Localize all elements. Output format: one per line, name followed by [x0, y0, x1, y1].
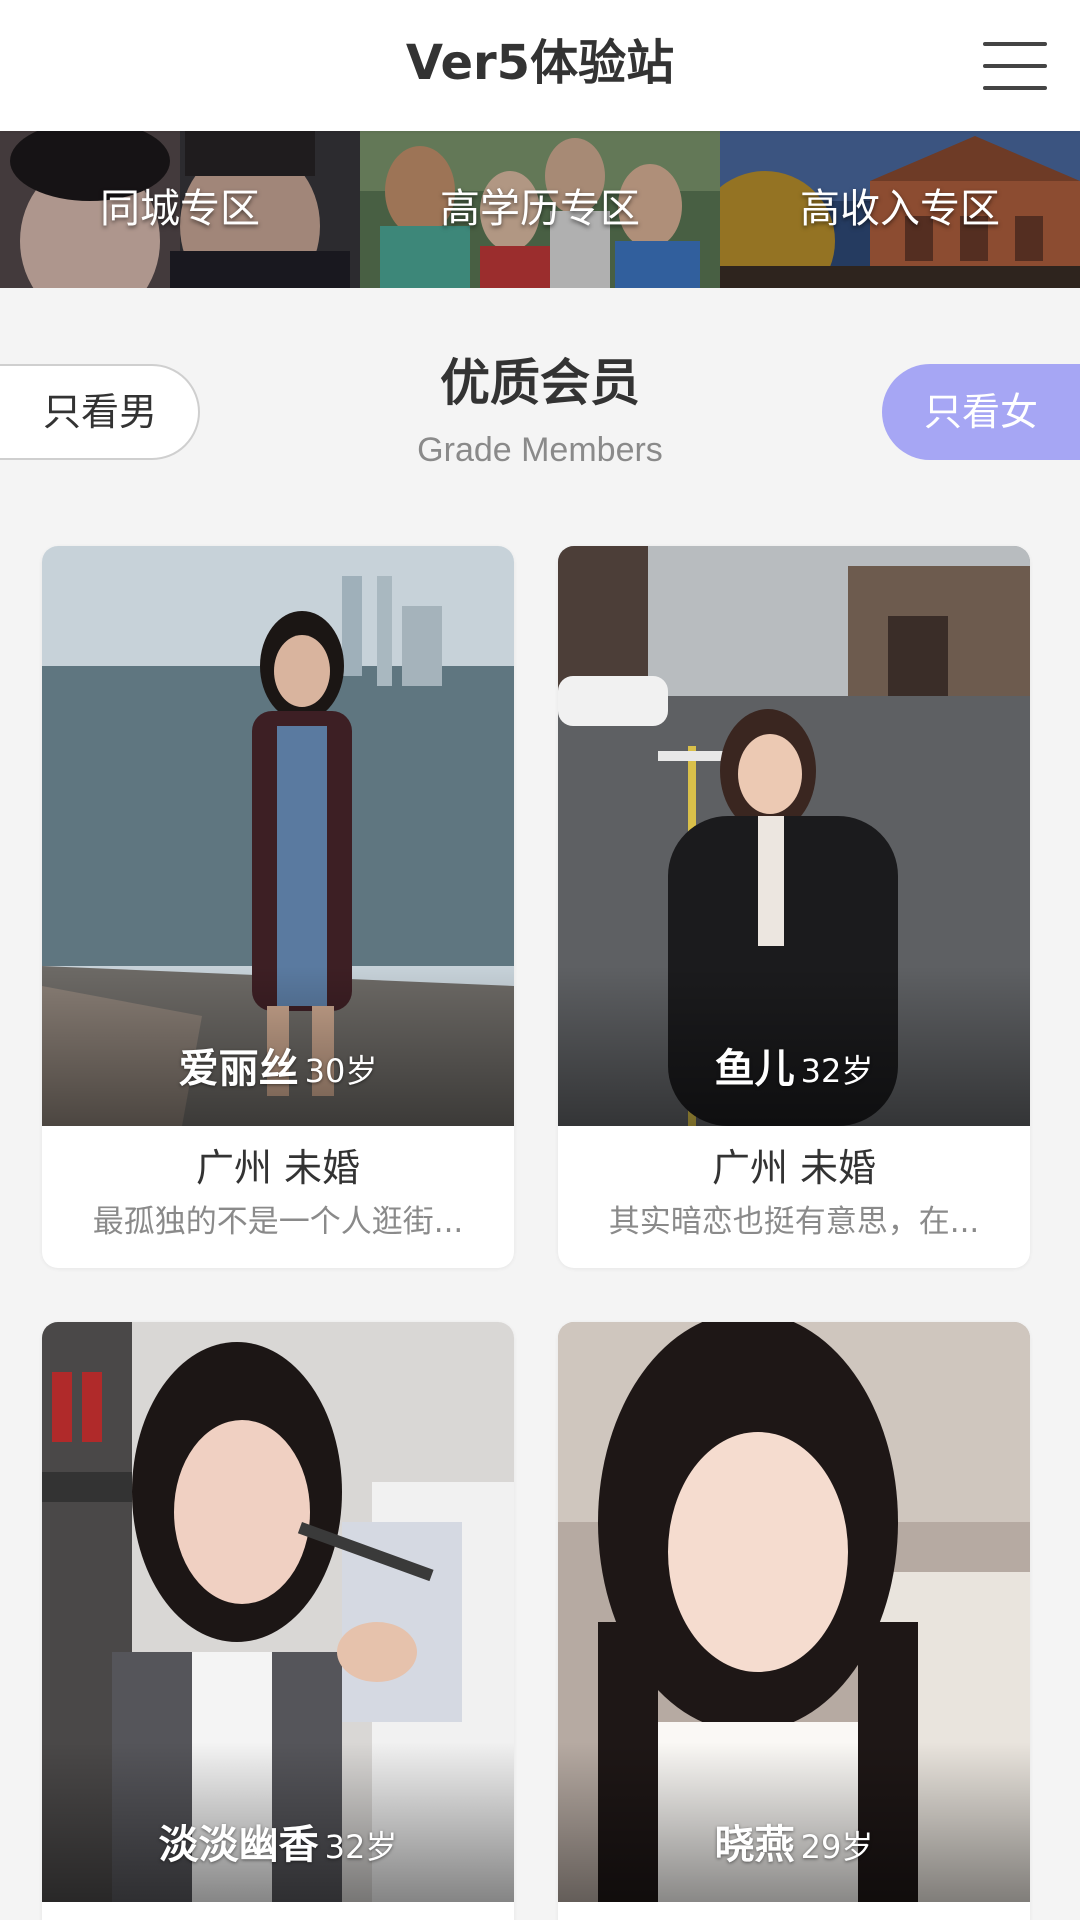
zone-same-city[interactable]: 同城专区	[0, 131, 360, 288]
member-age: 29岁	[800, 1828, 874, 1866]
member-card[interactable]: 鱼儿 32岁 广州 未婚 其实暗恋也挺有意思，在...	[558, 546, 1030, 1268]
member-age: 32岁	[324, 1828, 398, 1866]
member-card[interactable]: 爱丽丝 30岁 广州 未婚 最孤独的不是一个人逛街...	[42, 546, 514, 1268]
member-age: 30岁	[304, 1052, 378, 1090]
site-title: Ver5体验站	[405, 35, 675, 91]
member-age: 32岁	[800, 1052, 874, 1090]
member-name: 淡淡幽香	[158, 1822, 319, 1868]
zone-label-high-income: 高收入专区	[800, 186, 1000, 232]
member-name-age: 爱丽丝 30岁	[42, 1044, 514, 1102]
member-location: 广州 未婚	[711, 1146, 877, 1190]
member-card[interactable]: 淡淡幽香 32岁	[42, 1322, 514, 1920]
member-photo: 淡淡幽香 32岁	[42, 1322, 514, 1902]
member-bio: 其实暗恋也挺有意思，在...	[608, 1204, 980, 1240]
zone-high-education[interactable]: 高学历专区	[360, 131, 720, 288]
member-name-age: 鱼儿 32岁	[558, 1044, 1030, 1102]
member-location: 广州 未婚	[195, 1146, 361, 1190]
zone-banner: 同城专区 高学历专区 高收入专区	[0, 131, 1080, 288]
zone-label-same-city: 同城专区	[100, 186, 260, 232]
hamburger-menu-icon[interactable]	[983, 42, 1047, 90]
member-photo: 晓燕 29岁	[558, 1322, 1030, 1902]
member-name: 晓燕	[714, 1822, 795, 1868]
zone-high-income[interactable]: 高收入专区	[720, 131, 1080, 288]
member-photo: 爱丽丝 30岁	[42, 546, 514, 1126]
member-name: 爱丽丝	[178, 1046, 299, 1092]
member-name-age: 晓燕 29岁	[558, 1820, 1030, 1878]
member-photo: 鱼儿 32岁	[558, 546, 1030, 1126]
zone-label-high-education: 高学历专区	[440, 186, 640, 232]
filter-female-button[interactable]: 只看女	[882, 364, 1080, 460]
member-name: 鱼儿	[714, 1046, 795, 1092]
member-card[interactable]: 晓燕 29岁	[558, 1322, 1030, 1920]
top-bar: Ver5体验站	[0, 0, 1080, 131]
member-bio: 最孤独的不是一个人逛街...	[92, 1204, 464, 1240]
member-name-age: 淡淡幽香 32岁	[42, 1820, 514, 1878]
